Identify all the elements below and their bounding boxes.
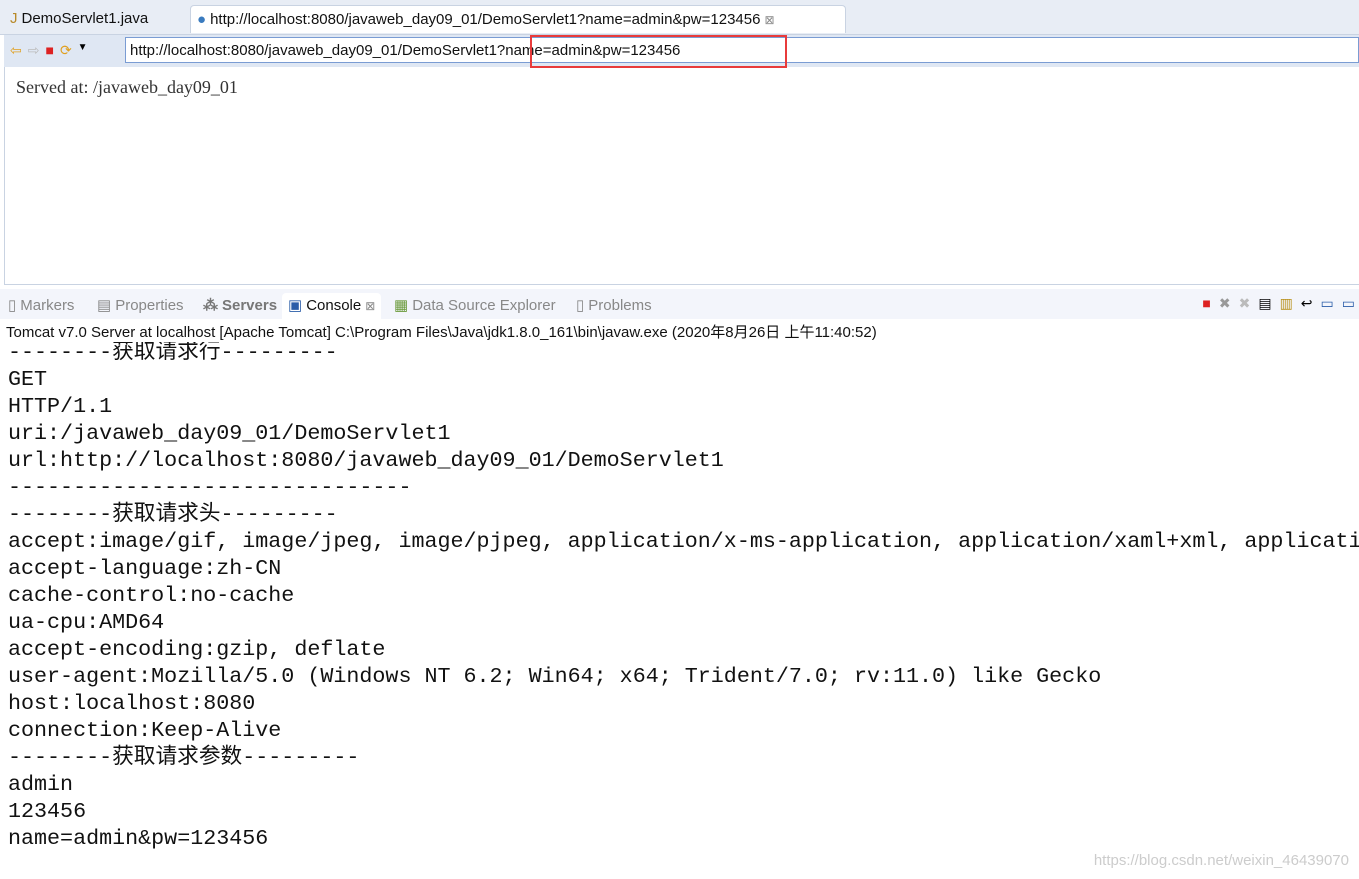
console-line: accept:image/gif, image/jpeg, image/pjpe… xyxy=(8,529,1359,554)
console-line: uri:/javaweb_day09_01/DemoServlet1 xyxy=(8,421,451,446)
servers-icon: ⁂ xyxy=(203,297,218,314)
console-line: admin xyxy=(8,772,74,797)
console-line: ------------------------------- xyxy=(8,475,412,500)
remove-all-icon[interactable]: ✖ xyxy=(1239,295,1251,312)
word-wrap-icon[interactable]: ↩ xyxy=(1301,295,1313,312)
markers-icon: ▯ xyxy=(8,297,17,314)
tab-properties[interactable]: ▤ Properties xyxy=(97,293,184,319)
pin-console-icon[interactable]: ▭ xyxy=(1321,295,1334,312)
console-line: url:http://localhost:8080/javaweb_day09_… xyxy=(8,448,724,473)
tab-data-source-explorer[interactable]: ▦ Data Source Explorer xyxy=(394,293,556,319)
close-icon[interactable]: ⊠ xyxy=(365,293,375,319)
console-line: --------获取请求头--------- xyxy=(8,502,338,527)
terminate-icon[interactable]: ■ xyxy=(1202,295,1210,312)
tab-demoservlet1-java[interactable]: J DemoServlet1.java xyxy=(4,5,154,33)
browser-view xyxy=(4,34,1359,285)
stop-icon[interactable]: ■ xyxy=(45,42,53,59)
database-icon: ▦ xyxy=(394,297,409,314)
tab-markers[interactable]: ▯ Markers xyxy=(8,293,74,319)
query-highlight-box xyxy=(530,35,787,68)
refresh-icon[interactable]: ⟳ xyxy=(60,42,72,59)
console-description: Tomcat v7.0 Server at localhost [Apache … xyxy=(6,321,877,342)
tab-servers[interactable]: ⁂ Servers xyxy=(203,293,277,319)
tab-browser[interactable]: ● http://localhost:8080/javaweb_day09_01/… xyxy=(190,5,846,33)
view-tab-bar: ▯ Markers ▤ Properties ⁂ Servers ▣ Console ⊠ … xyxy=(0,289,1359,319)
problems-icon: ▯ xyxy=(576,297,585,314)
scroll-lock-icon[interactable]: ▥ xyxy=(1280,295,1293,312)
console-output: 信息: Reloading Context with name [/javawe… xyxy=(8,326,1359,852)
forward-icon[interactable]: ⇨ xyxy=(28,42,40,59)
console-line: --------获取请求参数--------- xyxy=(8,745,360,770)
page-content: Served at: /javaweb_day09_01 xyxy=(16,77,238,97)
console-line: cache-control:no-cache xyxy=(8,583,295,608)
back-icon[interactable]: ⇦ xyxy=(10,42,22,59)
console-line: user-agent:Mozilla/5.0 (Windows NT 6.2; … xyxy=(8,664,1102,689)
console-icon: ▣ xyxy=(288,297,303,314)
watermark: https://blog.csdn.net/weixin_46439070 xyxy=(1093,852,1349,869)
close-icon[interactable]: ⊠ xyxy=(764,6,774,34)
display-console-icon[interactable]: ▭ xyxy=(1342,295,1355,312)
console-line: 123456 xyxy=(8,799,87,824)
editor-tab-bar: J DemoServlet1.java ● http://localhost:808… xyxy=(0,0,1359,35)
console-line: --------获取请求行--------- xyxy=(8,340,338,365)
java-file-icon: J xyxy=(10,10,18,27)
console-line: host:localhost:8080 xyxy=(8,691,256,716)
tab-console[interactable]: ▣ Console ⊠ xyxy=(282,293,382,319)
console-line: name=admin&pw=123456 xyxy=(8,826,269,851)
chevron-down-icon[interactable]: ▼ xyxy=(78,42,88,59)
console-line: HTTP/1.1 xyxy=(8,394,113,419)
console-line: GET xyxy=(8,367,48,392)
properties-icon: ▤ xyxy=(97,297,112,314)
tab-problems[interactable]: ▯ Problems xyxy=(576,293,652,319)
remove-launch-icon[interactable]: ✖ xyxy=(1219,295,1231,312)
console-line: connection:Keep-Alive xyxy=(8,718,282,743)
console-line: accept-language:zh-CN xyxy=(8,556,282,581)
clear-console-icon[interactable]: ▤ xyxy=(1258,295,1271,312)
console-line: ua-cpu:AMD64 xyxy=(8,610,165,635)
console-line: accept-encoding:gzip, deflate xyxy=(8,637,386,662)
globe-icon: ● xyxy=(197,10,207,28)
